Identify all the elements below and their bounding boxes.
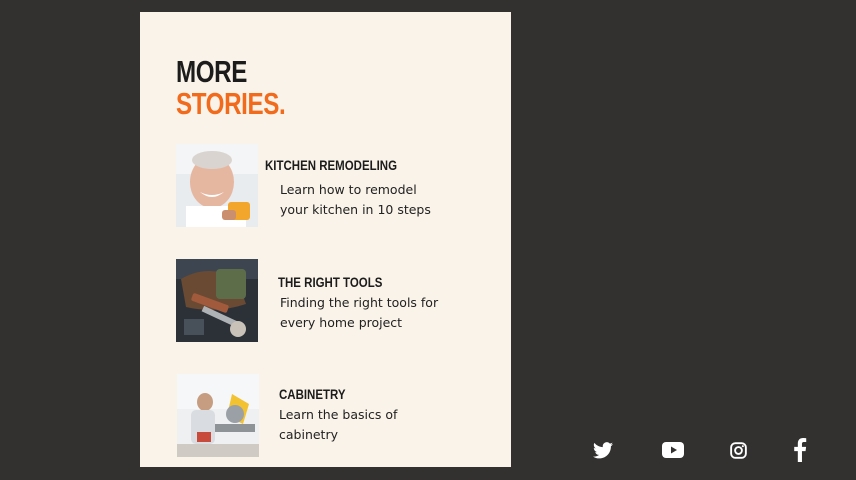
story-thumbnail[interactable] (177, 374, 259, 457)
story-description: Learn how to remodel your kitchen in 10 … (280, 182, 431, 217)
story-thumbnail[interactable] (176, 144, 258, 227)
instagram-icon[interactable] (725, 437, 751, 463)
heading-line-2: STORIES. (176, 86, 286, 121)
more-stories-heading: MORE STORIES. (176, 54, 286, 121)
story-description: Finding the right tools for every home p… (280, 295, 439, 330)
more-stories-panel: MORE STORIES. KITCHEN REMODELING Learn h… (140, 12, 511, 467)
story-title[interactable]: CABINETRY (279, 386, 346, 402)
twitter-icon[interactable] (590, 437, 616, 463)
story-title[interactable]: THE RIGHT TOOLS (278, 274, 382, 290)
story-thumbnail[interactable] (176, 259, 258, 342)
heading-line-1: MORE (176, 54, 247, 89)
story-title[interactable]: KITCHEN REMODELING (265, 157, 397, 173)
youtube-icon[interactable] (660, 437, 686, 463)
facebook-icon[interactable] (787, 437, 813, 463)
story-description: Learn the basics of cabinetry (279, 407, 398, 442)
